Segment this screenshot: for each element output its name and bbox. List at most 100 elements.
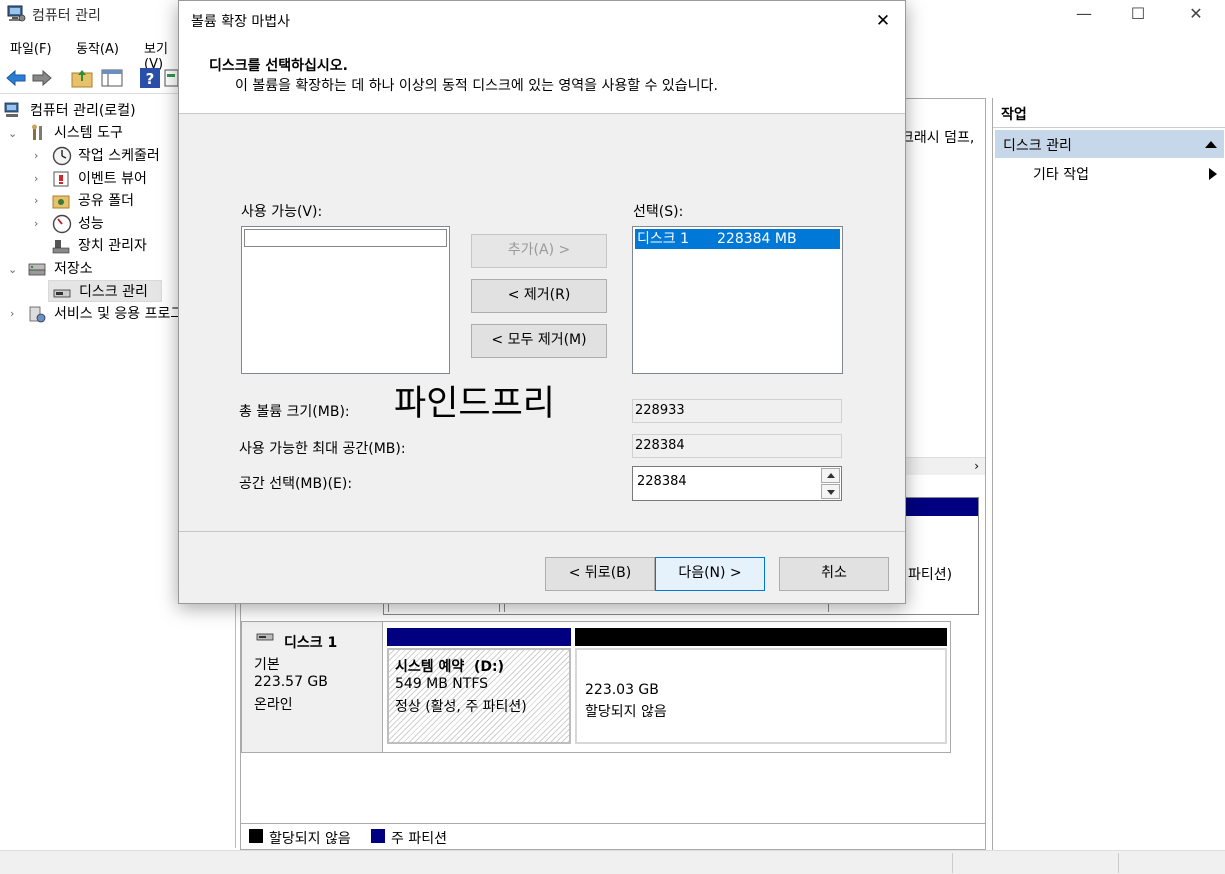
- services-icon: [29, 306, 46, 323]
- chevron-down-icon[interactable]: ⌄: [8, 123, 17, 145]
- chevron-right-icon[interactable]: ›: [10, 303, 14, 325]
- arrow-down-icon: [827, 490, 835, 495]
- available-label: 사용 가능(V):: [241, 204, 323, 220]
- legend-unallocated-swatch: [249, 829, 263, 843]
- actions-more-label: 기타 작업: [1033, 167, 1089, 183]
- tree-label: 작업 스케줄러: [78, 148, 160, 164]
- chevron-right-icon[interactable]: ›: [34, 145, 38, 167]
- properties-icon[interactable]: [164, 66, 178, 90]
- actions-section-disk-management[interactable]: 디스크 관리: [995, 130, 1224, 158]
- legend-primary-label: 주 파티션: [391, 831, 447, 847]
- partition-status: 할당되지 않음: [585, 704, 667, 720]
- computer-management-icon: [7, 5, 26, 22]
- partition-system-reserved[interactable]: 시스템 예약 (D:) 549 MB NTFS 정상 (활성, 주 파티션): [387, 628, 571, 744]
- minimize-icon: —: [1076, 4, 1092, 23]
- stepper-down-button[interactable]: [821, 484, 840, 499]
- maximize-button[interactable]: ☐: [1108, 0, 1168, 30]
- actions-pane: 작업 디스크 관리 기타 작업: [992, 98, 1225, 850]
- storage-icon: [28, 263, 46, 276]
- actions-header: 작업: [993, 98, 1225, 128]
- dialog-subheading: 이 볼륨을 확장하는 데 하나 이상의 동적 디스크에 있는 영역을 사용할 수…: [235, 78, 718, 94]
- disk-1-size: 223.57 GB: [254, 674, 328, 690]
- back-button[interactable]: < 뒤로(B): [545, 557, 655, 591]
- selected-item-disk: 디스크 1: [637, 231, 689, 247]
- window-title: 컴퓨터 관리: [32, 8, 101, 24]
- crash-dump-text: 크래시 덤프,: [901, 130, 975, 146]
- legend-unallocated-label: 할당되지 않음: [269, 831, 351, 847]
- tree-label: 장치 관리자: [78, 238, 147, 254]
- next-button[interactable]: 다음(N) >: [655, 557, 765, 591]
- max-space-value: 228384: [632, 434, 842, 458]
- add-button[interactable]: 추가(A) >: [471, 234, 607, 268]
- primary-partition-bar: [387, 628, 571, 646]
- collapse-arrow-icon[interactable]: [1205, 140, 1217, 148]
- cancel-button[interactable]: 취소: [779, 557, 889, 591]
- disk-1-info[interactable]: 디스크 1 기본 223.57 GB 온라인: [241, 621, 383, 753]
- close-button[interactable]: ✕: [1166, 0, 1225, 30]
- available-listbox[interactable]: [241, 226, 450, 374]
- toolbar: ?: [0, 62, 180, 94]
- show-hide-tree-icon[interactable]: [100, 66, 124, 90]
- chevron-down-icon[interactable]: ⌄: [8, 259, 17, 281]
- available-list-empty-item[interactable]: [244, 229, 447, 247]
- selected-item-disk-1[interactable]: 디스크 1 228384 MB: [635, 229, 840, 249]
- status-bar: [0, 850, 1225, 874]
- disk-1-name: 디스크 1: [284, 635, 338, 651]
- tree-label: 성능: [78, 216, 104, 232]
- tools-icon: [32, 124, 42, 140]
- chevron-right-icon: ›: [974, 459, 979, 473]
- dialog-close-button[interactable]: ✕: [867, 7, 899, 35]
- tree-item-disk-management[interactable]: 디스크 관리: [48, 280, 162, 302]
- shared-folder-icon: [52, 195, 70, 209]
- selected-listbox[interactable]: 디스크 1 228384 MB: [632, 226, 843, 374]
- select-space-label: 공간 선택(MB)(E):: [239, 476, 353, 492]
- up-folder-icon[interactable]: [70, 66, 94, 90]
- actions-more-item[interactable]: 기타 작업: [995, 160, 1224, 186]
- tree-label: 공유 폴더: [78, 193, 134, 209]
- dialog-footer-divider: [179, 531, 905, 532]
- disk-0-partition-bar: [904, 498, 978, 516]
- minimize-button[interactable]: —: [1054, 0, 1114, 30]
- maximize-icon: ☐: [1130, 4, 1146, 23]
- remove-all-button[interactable]: < 모두 제거(M): [471, 324, 607, 358]
- menu-file[interactable]: 파일(F): [10, 38, 52, 57]
- partition-body: 시스템 예약 (D:) 549 MB NTFS 정상 (활성, 주 파티션): [387, 648, 571, 744]
- partition-status: 정상 (활성, 주 파티션): [395, 699, 527, 715]
- extend-volume-wizard-dialog: 볼륨 확장 마법사 ✕ 디스크를 선택하십시오. 이 볼륨을 확장하는 데 하나…: [178, 0, 906, 604]
- select-space-stepper[interactable]: 228384: [632, 466, 842, 501]
- chevron-right-icon[interactable]: ›: [34, 168, 38, 190]
- back-arrow-icon[interactable]: [4, 66, 28, 90]
- disk-drive-icon: [256, 633, 274, 641]
- scroll-right-button[interactable]: ›: [905, 457, 985, 475]
- dialog-title: 볼륨 확장 마법사: [191, 14, 291, 30]
- status-divider: [1118, 853, 1119, 873]
- partition-body: 223.03 GB 할당되지 않음: [575, 648, 947, 744]
- disk-0-partition-fragment: 파티션): [908, 567, 953, 583]
- close-icon: ✕: [1189, 4, 1203, 23]
- device-manager-icon: [52, 240, 70, 254]
- chevron-right-icon[interactable]: ›: [34, 190, 38, 212]
- partition-unallocated[interactable]: 223.03 GB 할당되지 않음: [575, 628, 947, 744]
- status-divider: [952, 853, 953, 873]
- remove-button[interactable]: < 제거(R): [471, 279, 607, 313]
- selected-label: 선택(S):: [633, 204, 684, 220]
- submenu-arrow-icon: [1209, 168, 1217, 180]
- close-icon: ✕: [875, 11, 891, 31]
- tree-label: 시스템 도구: [54, 125, 123, 141]
- watermark-text: 파인드프리: [394, 384, 556, 424]
- clock-icon: [52, 146, 72, 166]
- forward-arrow-icon[interactable]: [30, 66, 54, 90]
- legend: 할당되지 않음 주 파티션: [241, 823, 985, 849]
- disk-1-partitions: 시스템 예약 (D:) 549 MB NTFS 정상 (활성, 주 파티션) 2…: [383, 621, 951, 753]
- dialog-heading: 디스크를 선택하십시오.: [209, 58, 348, 74]
- partition-name: 시스템 예약 (D:): [395, 659, 505, 675]
- disk-management-icon: [53, 289, 71, 298]
- stepper-up-button[interactable]: [821, 468, 840, 483]
- help-icon[interactable]: ?: [138, 66, 162, 90]
- menu-action[interactable]: 동작(A): [76, 38, 119, 57]
- chevron-right-icon[interactable]: ›: [34, 213, 38, 235]
- menu-bar: 파일(F) 동작(A) 보기(V): [0, 34, 180, 72]
- legend-primary-swatch: [371, 829, 385, 843]
- partition-size: 549 MB NTFS: [395, 676, 489, 692]
- performance-gauge-icon: [52, 214, 72, 234]
